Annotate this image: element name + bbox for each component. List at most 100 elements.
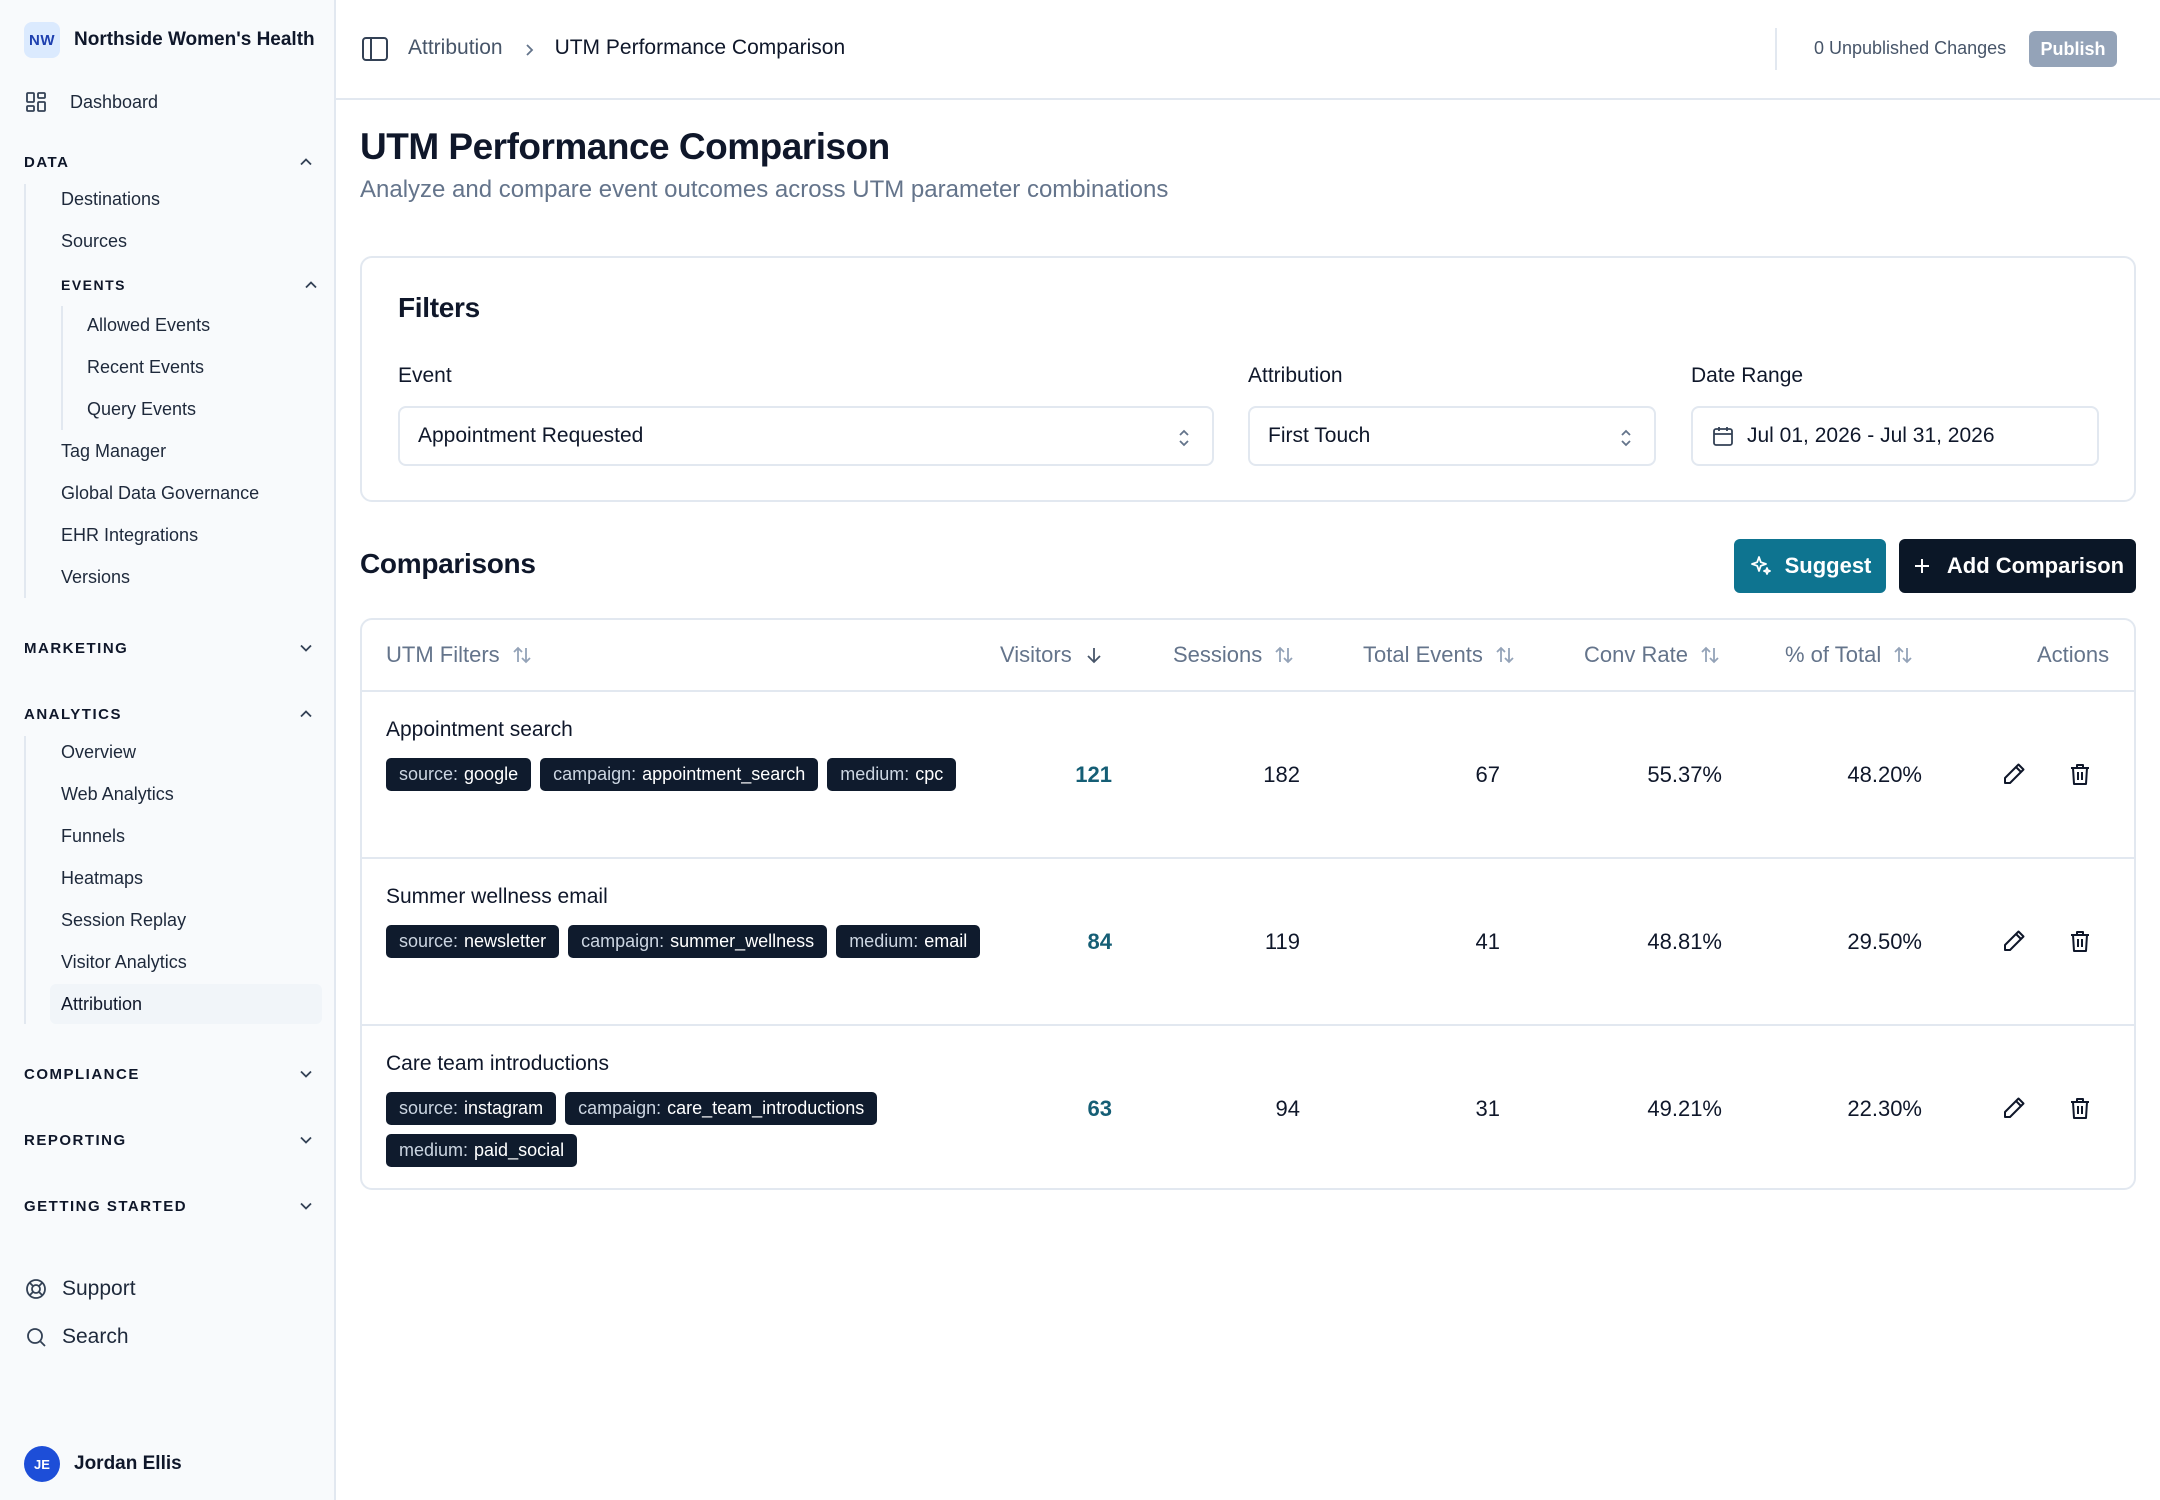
section-data[interactable]: DATA [24,148,316,176]
breadcrumb: Attribution UTM Performance Comparison [408,36,845,60]
org-switcher[interactable]: NW Northside Women's Health [24,22,315,58]
sidebar-item-global-data-governance[interactable]: Global Data Governance [61,483,259,504]
dashboard-icon [26,92,46,112]
table-row[interactable]: Appointment search source: google campaig… [362,692,2134,859]
org-name: Northside Women's Health [74,29,315,50]
tag-value: newsletter [464,931,547,951]
column-pct-of-total[interactable]: % of Total [1785,642,1915,668]
sidebar-item-attribution[interactable]: Attribution [50,984,322,1024]
section-marketing[interactable]: MARKETING [24,634,316,662]
utm-tag: source: instagram [386,1092,557,1125]
column-actions: Actions [2037,642,2109,668]
sidebar-item-visitor-analytics[interactable]: Visitor Analytics [61,952,187,973]
sidebar-item-ehr-integrations[interactable]: EHR Integrations [61,525,198,546]
tag-value: google [464,764,519,784]
total-events-value: 41 [1475,929,1500,954]
sidebar-item-allowed-events[interactable]: Allowed Events [87,315,210,336]
section-title: MARKETING [24,639,129,657]
column-total-events[interactable]: Total Events [1363,642,1517,668]
tag-key: source: [399,1098,459,1118]
attribution-select[interactable]: First Touch [1248,406,1656,466]
visitors-value[interactable]: 121 [1075,762,1112,788]
visitors-value[interactable]: 63 [1088,1096,1112,1122]
table-row[interactable]: Summer wellness email source: newsletter … [362,859,2134,1026]
utm-tags: source: newsletter campaign: summer_wellne… [386,925,986,958]
column-label: Visitors [1000,642,1072,667]
tag-value: summer_wellness [670,931,815,951]
table-header: UTM Filters Visitors Sessions Total Even… [362,620,2134,692]
section-title: COMPLIANCE [24,1065,140,1083]
filters-title: Filters [398,292,480,323]
tag-key: campaign: [581,931,665,951]
section-title: ANALYTICS [24,705,122,723]
sidebar-item-recent-events[interactable]: Recent Events [87,357,204,378]
support-link[interactable]: Support [24,1277,136,1301]
sidebar-item-sources[interactable]: Sources [61,231,127,252]
section-events[interactable]: EVENTS [61,273,321,297]
date-range-value: Jul 01, 2026 - Jul 31, 2026 [1747,424,1995,447]
utm-tag: source: google [386,758,532,791]
comparison-name: Care team introductions [386,1052,609,1075]
sidebar-item-session-replay[interactable]: Session Replay [61,910,186,931]
publish-button[interactable]: Publish [2029,31,2117,67]
trash-icon[interactable] [2066,1094,2094,1122]
user-menu[interactable]: JE Jordan Ellis [24,1446,182,1482]
sessions-value: 94 [1275,1096,1300,1121]
tag-key: source: [399,764,459,784]
sidebar-item-dashboard[interactable]: Dashboard [24,90,158,114]
tag-value: email [924,931,968,951]
tag-value: paid_social [474,1140,565,1160]
section-reporting[interactable]: REPORTING [24,1126,316,1154]
visitors-value[interactable]: 84 [1088,929,1112,955]
trash-icon[interactable] [2066,760,2094,788]
column-visitors[interactable]: Visitors [1000,642,1106,668]
suggest-button[interactable]: Suggest [1734,539,1886,593]
table-row[interactable]: Care team introductions source: instagram… [362,1026,2134,1188]
add-comparison-button[interactable]: Add Comparison [1899,539,2136,593]
section-analytics[interactable]: ANALYTICS [24,700,316,728]
event-value: Appointment Requested [418,424,644,447]
attribution-value: First Touch [1268,424,1371,447]
edit-icon[interactable] [2000,760,2028,788]
trash-icon[interactable] [2066,927,2094,955]
sidebar-item-funnels[interactable]: Funnels [61,826,125,847]
suggest-label: Suggest [1784,553,1872,578]
sidebar-item-tag-manager[interactable]: Tag Manager [61,441,166,462]
column-label: Actions [2037,642,2110,667]
tree-line [24,184,26,598]
arrow-down-icon [1087,648,1101,664]
user-name: Jordan Ellis [74,1453,182,1474]
sidebar-item-web-analytics[interactable]: Web Analytics [61,784,174,805]
column-utm-filters[interactable]: UTM Filters [386,642,534,668]
date-range-picker[interactable]: Jul 01, 2026 - Jul 31, 2026 [1691,406,2099,466]
tag-value: care_team_introductions [667,1098,865,1118]
chevron-up-icon [301,275,321,295]
sidebar-item-query-events[interactable]: Query Events [87,399,196,420]
sidebar-item-versions[interactable]: Versions [61,567,130,588]
utm-tag: campaign: care_team_introductions [565,1092,878,1125]
sidebar-toggle-icon[interactable] [360,34,390,64]
breadcrumb-attribution[interactable]: Attribution [408,36,503,60]
event-select[interactable]: Appointment Requested [398,406,1214,466]
attribution-label: Attribution [1248,364,1343,387]
sparkles-icon [1750,556,1771,575]
section-compliance[interactable]: COMPLIANCE [24,1060,316,1088]
sidebar-item-heatmaps[interactable]: Heatmaps [61,868,143,889]
lifebuoy-icon [26,1279,46,1299]
chevron-down-icon [296,1130,316,1150]
edit-icon[interactable] [2000,1094,2028,1122]
sidebar-item-destinations[interactable]: Destinations [61,189,160,210]
page-title: UTM Performance Comparison [360,126,890,167]
column-sessions[interactable]: Sessions [1173,642,1296,668]
event-label: Event [398,364,452,387]
topbar: Attribution UTM Performance Comparison 0… [336,0,2160,100]
column-conv-rate[interactable]: Conv Rate [1584,642,1722,668]
pct-of-total-value: 29.50% [1847,929,1922,954]
tag-value: appointment_search [642,764,806,784]
sidebar-item-overview[interactable]: Overview [61,742,136,763]
search-link[interactable]: Search [24,1325,129,1349]
section-getting-started[interactable]: GETTING STARTED [24,1192,316,1220]
edit-icon[interactable] [2000,927,2028,955]
chevron-up-icon [296,704,316,724]
chevron-right-icon [521,40,537,56]
